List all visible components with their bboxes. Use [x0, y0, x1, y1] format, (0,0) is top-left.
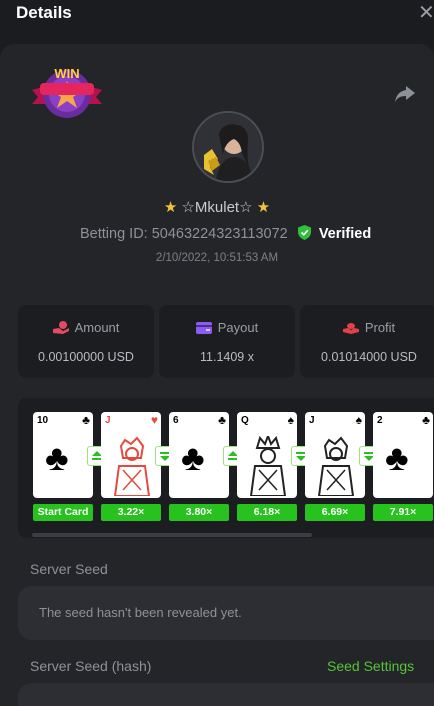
star-icon: ★	[256, 199, 271, 216]
profit-coins-icon	[342, 323, 359, 334]
bet-datetime: 2/10/2022, 10:51:53 AM	[155, 252, 279, 264]
card-6-clubs: 6 ♣ ♣	[169, 412, 229, 498]
verified-label: Verified	[318, 226, 372, 242]
clubs-icon: ♣	[45, 437, 69, 478]
card-10-clubs: 10 ♣ ♣	[33, 412, 93, 498]
server-seed-field[interactable]: The seed hasn't been revealed yet.	[18, 586, 434, 640]
jack-face-icon	[113, 436, 151, 496]
profit-stat: Profit 0.01014000 USD	[300, 305, 434, 378]
payout-label: Payout	[217, 320, 259, 335]
win-badge-text: WIN	[54, 66, 79, 81]
seed-settings-link[interactable]: Seed Settings	[327, 658, 414, 674]
amount-value: 0.00100000 USD	[38, 350, 134, 364]
player-name-text: ☆Mkulet☆	[181, 199, 253, 216]
server-seed-hash-field[interactable]	[18, 683, 434, 706]
multiplier-badge: 6.18×	[237, 504, 297, 521]
win-badge-icon: WIN	[32, 66, 102, 118]
multiplier-badge: 6.69×	[305, 504, 365, 521]
card-j-spades: J ♠	[305, 412, 365, 498]
cards-scrollbar[interactable]	[32, 533, 312, 537]
amount-label: Amount	[74, 320, 120, 335]
jack-face-icon	[317, 436, 355, 496]
clubs-icon: ♣	[385, 437, 409, 478]
card-wallet-icon	[195, 322, 212, 334]
close-icon[interactable]: ✕	[418, 0, 432, 25]
start-card-label: Start Card	[33, 504, 93, 521]
card-2-clubs: 2 ♣ ♣	[373, 412, 433, 498]
card-j-hearts: J ♥	[101, 412, 161, 498]
profit-value: 0.01014000 USD	[321, 350, 417, 364]
multiplier-badge: 7.91×	[373, 504, 433, 521]
player-name: ★ ☆Mkulet☆ ★	[0, 198, 434, 216]
header: Details ✕	[0, 0, 434, 44]
coin-hand-icon	[52, 321, 69, 334]
betting-id: Betting ID: 50463224323113072	[80, 226, 288, 242]
card-history[interactable]: 10 ♣ ♣ Start Card J ♥ 3.22× 6 ♣ ♣ 3.80× …	[18, 398, 434, 538]
page-title: Details	[16, 3, 72, 22]
payout-stat: Payout 11.1409 x	[159, 305, 295, 378]
betting-id-row: Betting ID: 50463224323113072 Verified	[80, 225, 371, 242]
server-seed-value: The seed hasn't been revealed yet.	[39, 605, 242, 620]
clubs-icon: ♣	[181, 437, 205, 478]
multiplier-badge: 3.80×	[169, 504, 229, 521]
profit-label: Profit	[364, 320, 396, 335]
card-q-spades: Q ♠	[237, 412, 297, 498]
queen-face-icon	[249, 436, 287, 496]
multiplier-badge: 3.22×	[101, 504, 161, 521]
payout-value: 11.1409 x	[200, 350, 254, 364]
server-seed-label: Server Seed	[30, 561, 108, 577]
share-arrow-icon[interactable]	[394, 84, 416, 104]
amount-stat: Amount 0.00100000 USD	[18, 305, 154, 378]
server-seed-hash-label: Server Seed (hash)	[30, 658, 152, 674]
avatar	[192, 111, 264, 183]
verified-shield-icon	[297, 225, 311, 240]
star-icon: ★	[163, 199, 178, 216]
